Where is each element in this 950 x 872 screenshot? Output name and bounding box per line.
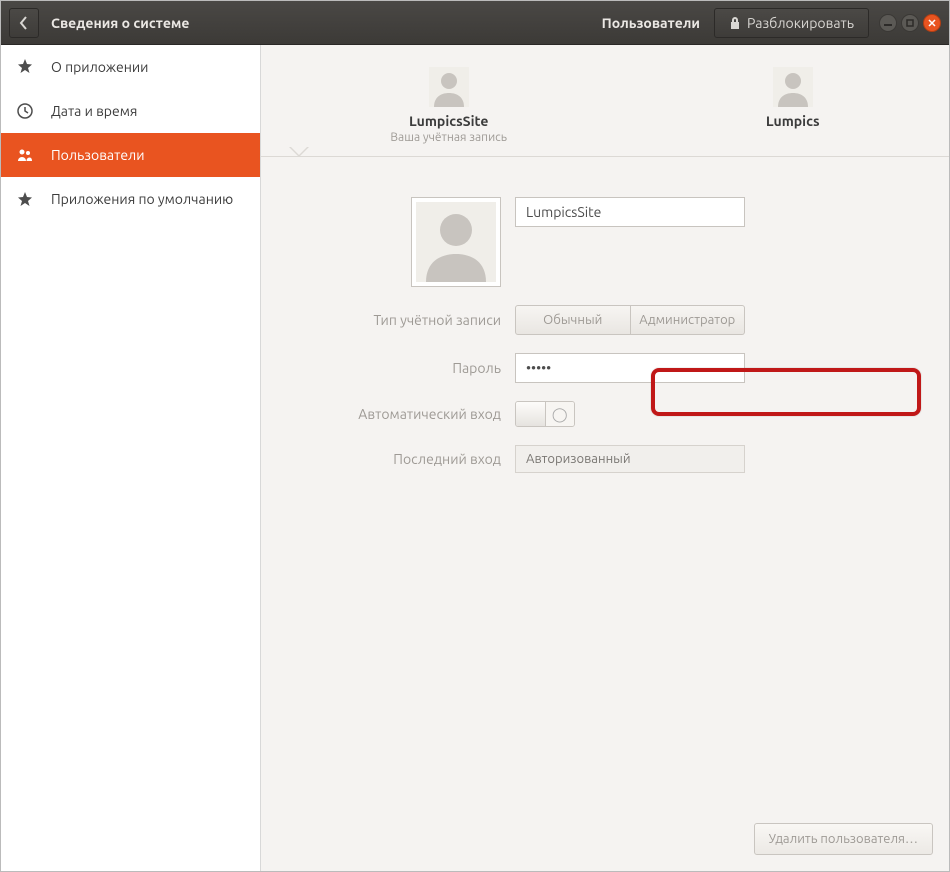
sidebar-item-label: О приложении bbox=[51, 59, 148, 75]
unlock-button[interactable]: Разблокировать bbox=[714, 8, 869, 38]
sidebar-item-default-apps[interactable]: Приложения по умолчанию bbox=[1, 177, 260, 221]
star-icon bbox=[17, 191, 33, 207]
user-name: LumpicsSite bbox=[409, 113, 488, 129]
account-type-admin[interactable]: Администратор bbox=[631, 305, 746, 335]
user-name-input[interactable] bbox=[515, 197, 745, 227]
user-details: Тип учётной записи Обычный Администратор… bbox=[261, 157, 949, 871]
settings-window: Сведения о системе Пользователи Разблоки… bbox=[0, 0, 950, 872]
avatar-icon bbox=[416, 202, 496, 282]
maximize-icon bbox=[906, 19, 914, 27]
maximize-button[interactable] bbox=[901, 14, 919, 32]
sidebar-item-label: Приложения по умолчанию bbox=[51, 191, 233, 207]
users-icon bbox=[17, 147, 33, 163]
account-type-toggle[interactable]: Обычный Администратор bbox=[515, 305, 745, 335]
plus-icon bbox=[17, 59, 33, 75]
sidebar-item-datetime[interactable]: Дата и время bbox=[1, 89, 260, 133]
unlock-label: Разблокировать bbox=[747, 15, 854, 31]
account-type-label: Тип учётной записи bbox=[291, 312, 501, 328]
lock-icon bbox=[729, 16, 741, 30]
delete-user-button[interactable]: Удалить пользователя… bbox=[754, 823, 933, 855]
clock-icon bbox=[17, 103, 33, 119]
pointer-indicator bbox=[289, 147, 309, 157]
sidebar-item-label: Дата и время bbox=[51, 103, 137, 119]
avatar-large[interactable] bbox=[411, 197, 501, 287]
avatar-icon bbox=[773, 67, 813, 107]
minimize-icon bbox=[884, 19, 892, 27]
sidebar-item-label: Пользователи bbox=[51, 147, 145, 163]
password-label: Пароль bbox=[291, 360, 501, 376]
user-name: Lumpics bbox=[766, 113, 820, 129]
headerbar: Сведения о системе Пользователи Разблоки… bbox=[1, 1, 949, 45]
header-section-label: Пользователи bbox=[602, 15, 700, 31]
user-thumb-current[interactable]: LumpicsSite Ваша учётная запись bbox=[390, 67, 507, 144]
header-title: Сведения о системе bbox=[51, 15, 602, 31]
chevron-left-icon bbox=[19, 16, 29, 30]
sidebar-item-about[interactable]: О приложении bbox=[1, 45, 260, 89]
avatar-icon bbox=[429, 67, 469, 107]
minimize-button[interactable] bbox=[879, 14, 897, 32]
back-button[interactable] bbox=[9, 8, 39, 38]
user-subtitle: Ваша учётная запись bbox=[390, 131, 507, 144]
sidebar: О приложении Дата и время Пользователи П… bbox=[1, 45, 261, 871]
switch-knob bbox=[516, 402, 546, 426]
sidebar-item-users[interactable]: Пользователи bbox=[1, 133, 260, 177]
lastlogin-value: Авторизованный bbox=[515, 445, 745, 473]
main-panel: LumpicsSite Ваша учётная запись Lumpics bbox=[261, 45, 949, 871]
autologin-label: Автоматический вход bbox=[291, 406, 501, 422]
lastlogin-label: Последний вход bbox=[291, 451, 501, 467]
close-button[interactable] bbox=[923, 14, 941, 32]
window-controls bbox=[879, 14, 941, 32]
switch-off-icon: ◯ bbox=[546, 402, 575, 426]
autologin-switch[interactable]: ◯ bbox=[515, 401, 575, 427]
close-icon bbox=[928, 19, 936, 27]
window-body: О приложении Дата и время Пользователи П… bbox=[1, 45, 949, 871]
password-input[interactable] bbox=[515, 353, 745, 383]
account-type-standard[interactable]: Обычный bbox=[515, 305, 631, 335]
user-thumb-other[interactable]: Lumpics bbox=[766, 67, 820, 144]
users-row: LumpicsSite Ваша учётная запись Lumpics bbox=[261, 45, 949, 157]
